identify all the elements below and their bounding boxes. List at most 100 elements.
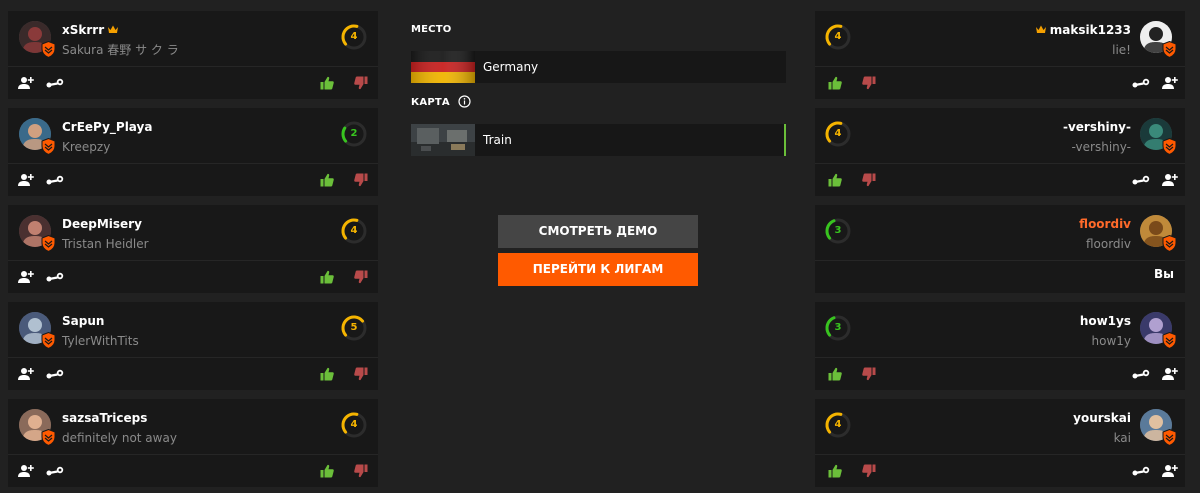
- map-label: КАРТА: [411, 97, 450, 108]
- steam-icon[interactable]: [45, 272, 65, 282]
- player-card: floordiv floordiv 3 Вы: [815, 205, 1185, 293]
- card-actions: [815, 67, 1185, 99]
- add-friend-icon[interactable]: [17, 464, 35, 478]
- player-nickname[interactable]: CrEePy_Playa: [62, 120, 152, 134]
- add-friend-icon[interactable]: [1161, 367, 1179, 381]
- info-icon[interactable]: [457, 95, 471, 108]
- player-subtitle: lie!: [1112, 43, 1131, 57]
- player-nickname[interactable]: yourskai: [1073, 411, 1131, 425]
- go-to-leagues-button[interactable]: ПЕРЕЙТИ К ЛИГАМ: [498, 253, 698, 286]
- thumbs-up-icon[interactable]: [828, 76, 842, 90]
- thumbs-down-icon[interactable]: [862, 76, 876, 90]
- avatar[interactable]: [1140, 215, 1177, 252]
- player-nickname[interactable]: sazsaTriceps: [62, 411, 147, 425]
- player-nickname[interactable]: how1ys: [1080, 314, 1131, 328]
- shield-icon: [41, 235, 56, 252]
- player-subtitle: floordiv: [1085, 237, 1131, 251]
- steam-icon[interactable]: [1131, 78, 1151, 88]
- thumbs-down-icon[interactable]: [354, 367, 368, 381]
- add-friend-icon[interactable]: [17, 367, 35, 381]
- level-badge: 4: [340, 23, 368, 51]
- player-card: yourskai kai 4: [815, 399, 1185, 487]
- shield-icon: [1162, 41, 1177, 58]
- avatar[interactable]: [1140, 312, 1177, 349]
- add-friend-icon[interactable]: [17, 76, 35, 90]
- level-badge: 2: [340, 120, 368, 148]
- add-friend-icon[interactable]: [1161, 464, 1179, 478]
- thumbs-down-icon[interactable]: [354, 173, 368, 187]
- player-subtitle: definitely not away: [62, 431, 177, 445]
- add-friend-icon[interactable]: [1161, 76, 1179, 90]
- location-row: Germany: [411, 51, 786, 83]
- shield-icon: [1162, 332, 1177, 349]
- card-actions: [815, 358, 1185, 390]
- player-nickname-row: Sapun: [62, 314, 139, 329]
- thumbs-down-icon[interactable]: [354, 270, 368, 284]
- avatar[interactable]: [19, 215, 56, 252]
- thumbs-down-icon[interactable]: [862, 367, 876, 381]
- player-nickname[interactable]: DeepMisery: [62, 217, 142, 231]
- level-number: 4: [834, 31, 842, 42]
- player-nickname-row: yourskai: [1073, 411, 1131, 426]
- player-names: sazsaTriceps definitely not away: [62, 411, 177, 446]
- thumbs-down-icon[interactable]: [862, 464, 876, 478]
- add-friend-icon[interactable]: [17, 173, 35, 187]
- steam-icon[interactable]: [1131, 175, 1151, 185]
- thumbs-up-icon[interactable]: [320, 367, 334, 381]
- level-badge: 4: [340, 217, 368, 245]
- player-names: how1ys how1y: [1080, 314, 1131, 349]
- card-actions: [8, 164, 378, 196]
- thumbs-up-icon[interactable]: [828, 173, 842, 187]
- thumbs-up-icon[interactable]: [828, 367, 842, 381]
- player-subtitle: kai: [1113, 431, 1131, 445]
- player-nickname-row: -vershiny-: [1063, 120, 1131, 135]
- location-name: Germany: [483, 60, 539, 74]
- player-nickname[interactable]: maksik1233: [1050, 23, 1131, 37]
- avatar[interactable]: [19, 118, 56, 155]
- steam-icon[interactable]: [45, 175, 65, 185]
- add-friend-icon[interactable]: [17, 270, 35, 284]
- level-number: 4: [350, 31, 358, 42]
- thumbs-up-icon[interactable]: [320, 464, 334, 478]
- player-names: maksik1233 lie!: [1032, 23, 1131, 58]
- avatar[interactable]: [1140, 21, 1177, 58]
- level-badge: 4: [824, 411, 852, 439]
- germany-flag-icon: [411, 51, 475, 83]
- steam-icon[interactable]: [1131, 466, 1151, 476]
- level-number: 5: [350, 322, 358, 333]
- player-nickname[interactable]: -vershiny-: [1063, 120, 1131, 134]
- player-card: -vershiny- -vershiny- 4: [815, 108, 1185, 196]
- card-actions: Вы: [815, 261, 1185, 293]
- level-number: 4: [350, 419, 358, 430]
- player-nickname-row: CrEePy_Playa: [62, 120, 152, 135]
- player-subtitle: how1y: [1091, 334, 1132, 348]
- thumbs-up-icon[interactable]: [828, 464, 842, 478]
- level-number: 3: [834, 225, 842, 236]
- shield-icon: [41, 41, 56, 58]
- crown-icon: [1035, 25, 1046, 33]
- thumbs-up-icon[interactable]: [320, 173, 334, 187]
- add-friend-icon[interactable]: [1161, 173, 1179, 187]
- thumbs-down-icon[interactable]: [862, 173, 876, 187]
- steam-icon[interactable]: [45, 369, 65, 379]
- avatar[interactable]: [1140, 409, 1177, 446]
- card-actions: [8, 261, 378, 293]
- steam-icon[interactable]: [45, 78, 65, 88]
- steam-icon[interactable]: [1131, 369, 1151, 379]
- avatar[interactable]: [19, 21, 56, 58]
- player-nickname[interactable]: Sapun: [62, 314, 104, 328]
- level-badge: 4: [824, 23, 852, 51]
- avatar[interactable]: [19, 409, 56, 446]
- avatar[interactable]: [1140, 118, 1177, 155]
- player-card: xSkrrr Sakura 春野 サ ク ラ 4: [8, 11, 378, 99]
- thumbs-down-icon[interactable]: [354, 76, 368, 90]
- player-nickname[interactable]: xSkrrr: [62, 23, 104, 37]
- steam-icon[interactable]: [45, 466, 65, 476]
- thumbs-down-icon[interactable]: [354, 464, 368, 478]
- player-nickname[interactable]: floordiv: [1079, 217, 1131, 231]
- card-actions: [8, 455, 378, 487]
- avatar[interactable]: [19, 312, 56, 349]
- thumbs-up-icon[interactable]: [320, 76, 334, 90]
- watch-demo-button[interactable]: СМОТРЕТЬ ДЕМО: [498, 215, 698, 248]
- thumbs-up-icon[interactable]: [320, 270, 334, 284]
